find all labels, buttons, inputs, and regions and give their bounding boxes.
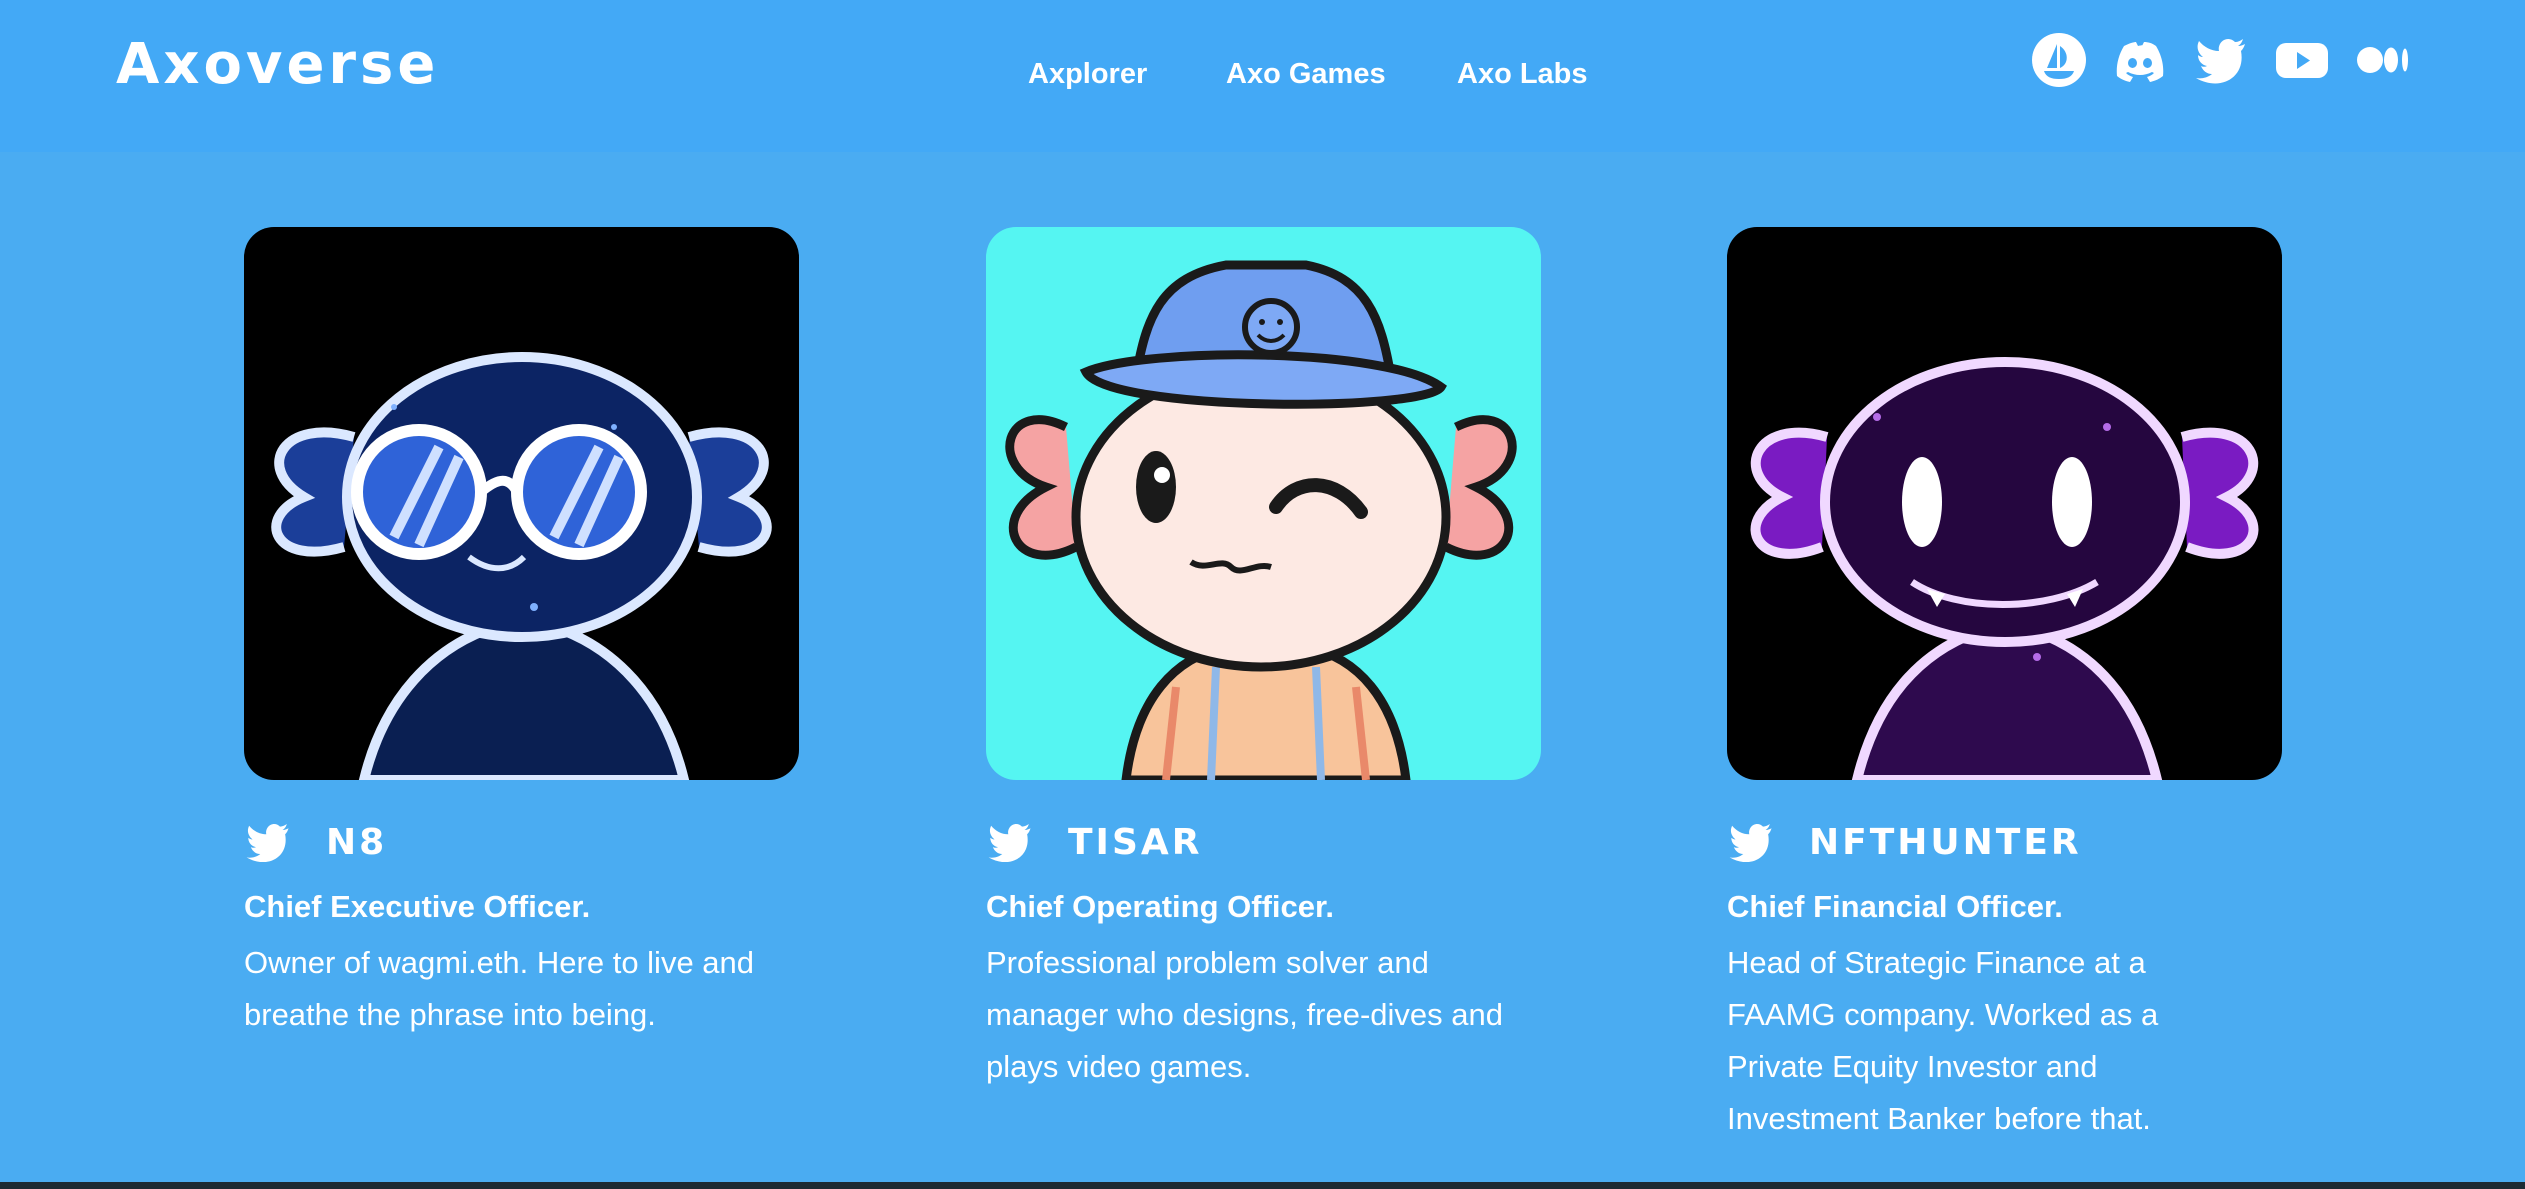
discord-icon[interactable] (2112, 32, 2168, 88)
nav-link-axo-labs[interactable]: Axo Labs (1457, 58, 1588, 91)
medium-icon[interactable] (2355, 32, 2411, 88)
team-member-handle[interactable]: NFTHUNTER (1809, 822, 2082, 863)
youtube-icon[interactable] (2274, 32, 2330, 88)
twitter-icon[interactable] (1727, 822, 1775, 862)
team-member-bio: Head of Strategic Finance at a FAAMG com… (1727, 945, 2159, 1136)
site-logo[interactable]: Axoverse (116, 32, 439, 97)
team-member-bio: Professional problem solver and manager … (986, 945, 1503, 1084)
opensea-icon[interactable] (2031, 32, 2087, 88)
twitter-icon[interactable] (2193, 32, 2249, 88)
avatar-n8 (244, 227, 799, 780)
nav-link-axplorer[interactable]: Axplorer (1028, 58, 1147, 91)
twitter-icon[interactable] (244, 822, 292, 862)
nav-link-axo-games[interactable]: Axo Games (1226, 58, 1386, 91)
team-member-bio: Owner of wagmi.eth. Here to live and bre… (244, 945, 755, 1032)
team-member-handle[interactable]: N8 (326, 822, 387, 863)
team-member-role: Chief Operating Officer. (986, 889, 1334, 924)
top-nav-bar: Axoverse Axplorer Axo Games Axo Labs (0, 0, 2525, 152)
team-member-handle[interactable]: TISAR (1068, 822, 1202, 863)
avatar-nfthunter (1727, 227, 2282, 780)
team-member-role: Chief Executive Officer. (244, 889, 591, 924)
team-member-role: Chief Financial Officer. (1727, 889, 2063, 924)
avatar-tisar (986, 227, 1541, 780)
twitter-icon[interactable] (986, 822, 1034, 862)
bottom-edge (0, 1182, 2525, 1189)
